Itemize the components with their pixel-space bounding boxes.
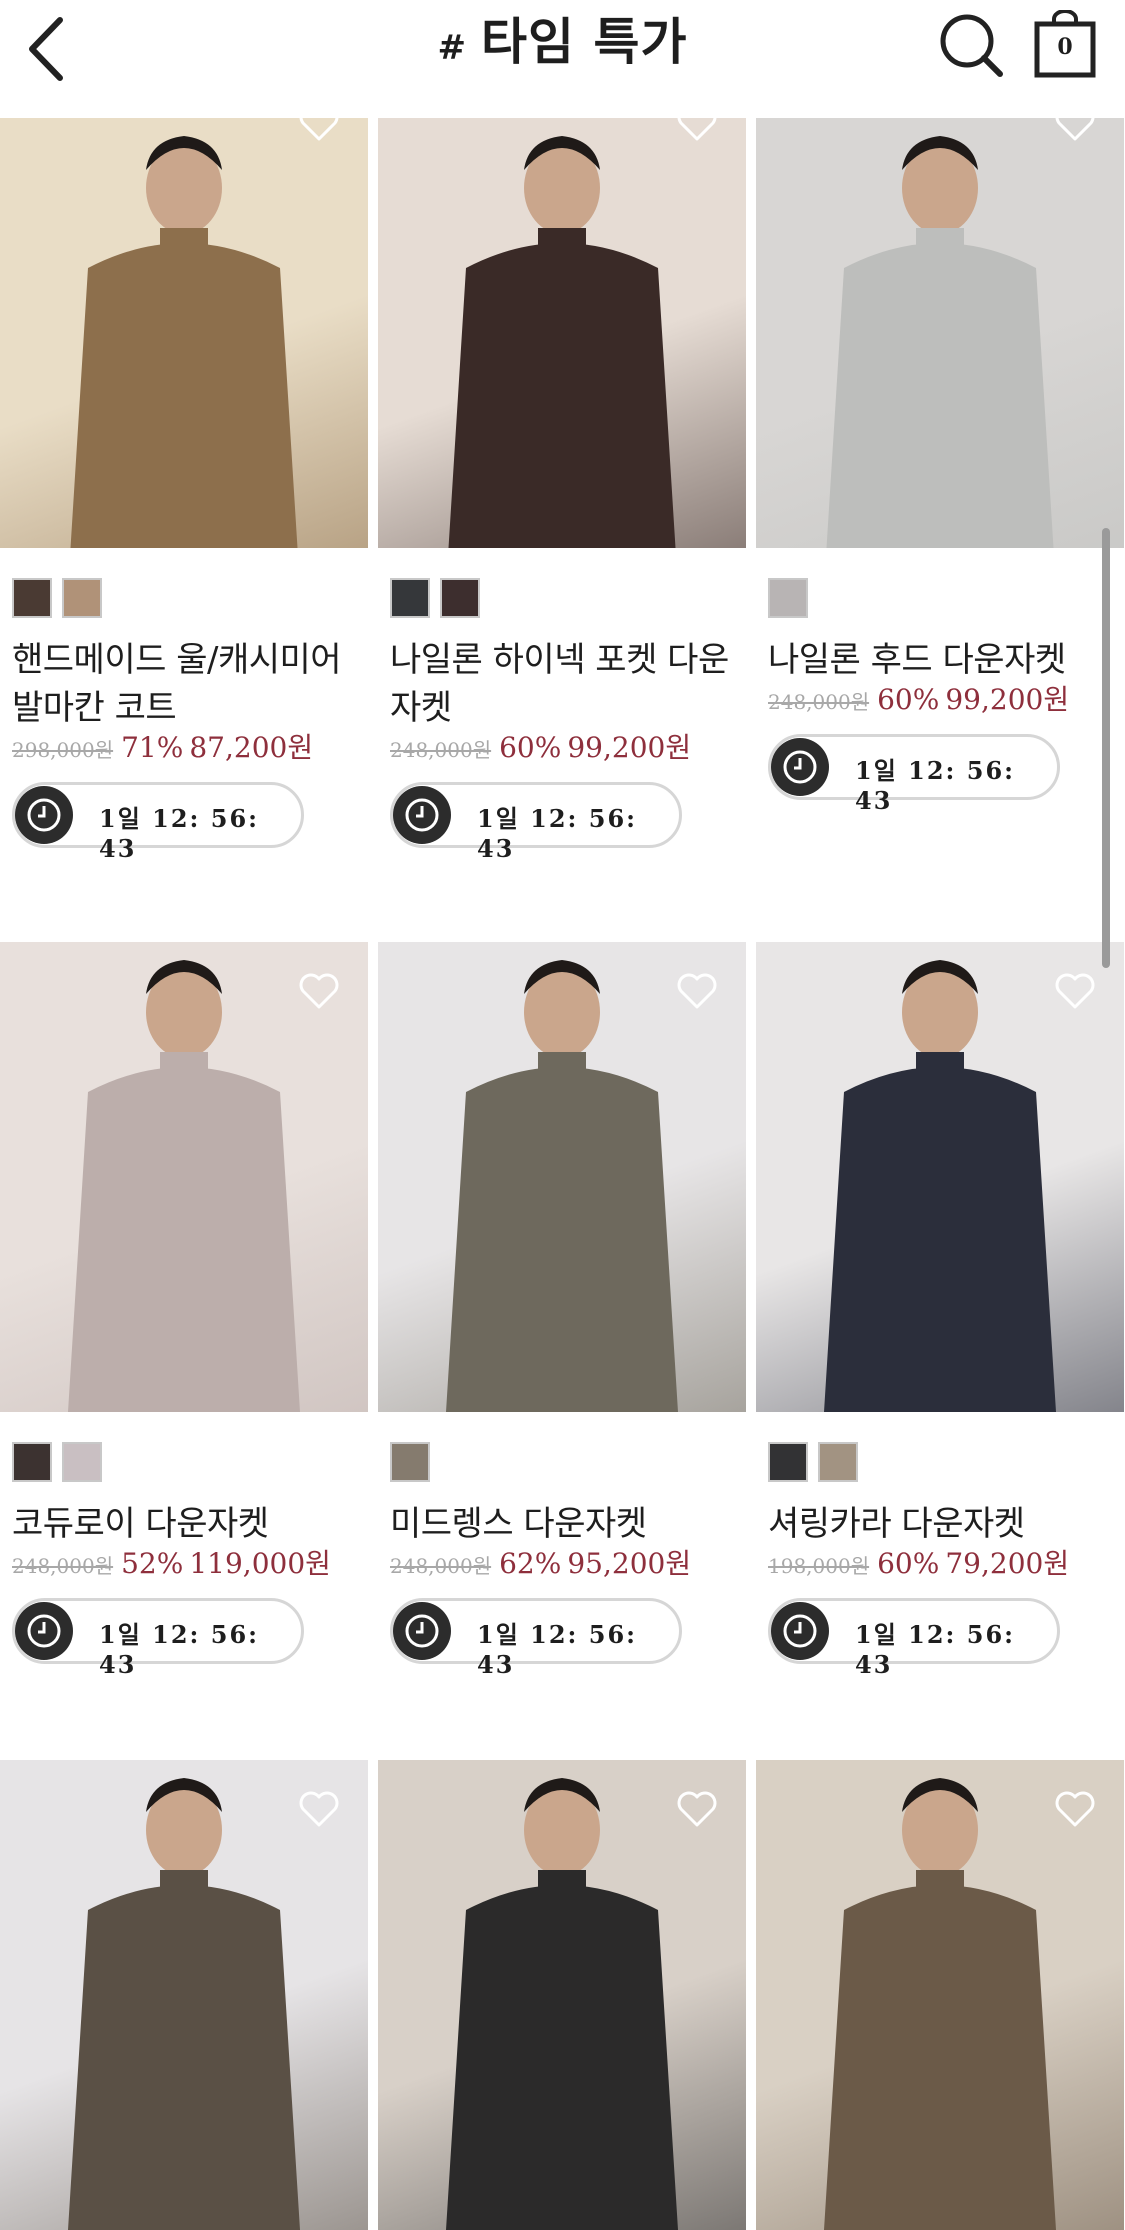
discount-rate: 52% <box>121 1547 184 1580</box>
title-text: 타임 특가 <box>481 13 688 71</box>
sale-price: 99,200원 <box>945 683 1070 716</box>
discount-rate: 60% <box>877 1547 940 1580</box>
scrollbar[interactable] <box>1102 528 1110 968</box>
product-photo[interactable] <box>756 118 1124 548</box>
original-price: 248,000원 <box>390 1554 492 1578</box>
countdown-timer: 1일 12: 56: 43 <box>390 1598 682 1679</box>
original-price: 248,000원 <box>768 690 870 714</box>
heart-icon[interactable] <box>298 1790 340 1828</box>
price-line: 248,000원 62% 95,200원 <box>390 1542 691 1582</box>
countdown-text: 1일 12: 56: 43 <box>477 804 638 863</box>
price-line: 198,000원 60% 79,200원 <box>768 1542 1069 1582</box>
color-swatches <box>390 578 480 618</box>
color-swatches <box>390 1442 430 1482</box>
model-silhouette <box>824 960 1056 1412</box>
price-line: 248,000원 60% 99,200원 <box>390 726 691 766</box>
clock-icon <box>771 738 829 796</box>
color-swatch[interactable] <box>62 1442 102 1482</box>
countdown-text: 1일 12: 56: 43 <box>855 756 1016 815</box>
discount-rate: 60% <box>877 683 940 716</box>
product-name[interactable]: 핸드메이드 울/캐시미어 발마칸 코트 <box>12 636 362 732</box>
sale-price: 95,200원 <box>567 1547 692 1580</box>
countdown-text: 1일 12: 56: 43 <box>855 1620 1016 1679</box>
heart-icon[interactable] <box>298 972 340 1010</box>
product-name[interactable]: 셔링카라 다운자켓 <box>768 1500 1118 1548</box>
countdown-timer: 1일 12: 56: 43 <box>390 782 682 863</box>
clock-icon <box>15 1602 73 1660</box>
color-swatch[interactable] <box>390 1442 430 1482</box>
color-swatches <box>768 1442 858 1482</box>
clock-icon <box>771 1602 829 1660</box>
model-silhouette <box>826 136 1054 548</box>
price-line: 298,000원 71% 87,200원 <box>12 726 313 766</box>
color-swatch[interactable] <box>768 578 808 618</box>
model-silhouette <box>446 1778 678 2230</box>
countdown-timer: 1일 12: 56: 43 <box>12 782 304 863</box>
model-silhouette <box>68 1778 300 2230</box>
sale-price: 79,200원 <box>945 1547 1070 1580</box>
sale-price: 87,200원 <box>189 731 314 764</box>
heart-icon[interactable] <box>298 118 340 142</box>
color-swatch[interactable] <box>12 578 52 618</box>
title-hash: # <box>437 28 468 68</box>
original-price: 248,000원 <box>12 1554 114 1578</box>
clock-icon <box>393 786 451 844</box>
color-swatch[interactable] <box>768 1442 808 1482</box>
product-name[interactable]: 나일론 하이넥 포켓 다운자켓 <box>390 636 740 732</box>
countdown-timer: 1일 12: 56: 43 <box>768 1598 1060 1679</box>
heart-icon[interactable] <box>1054 972 1096 1010</box>
search-icon[interactable] <box>938 12 1004 78</box>
clock-icon <box>393 1602 451 1660</box>
model-silhouette <box>446 960 678 1412</box>
heart-icon[interactable] <box>1054 1790 1096 1828</box>
cart-count: 0 <box>1057 34 1073 60</box>
color-swatch[interactable] <box>440 578 480 618</box>
model-silhouette <box>68 960 300 1412</box>
color-swatch[interactable] <box>12 1442 52 1482</box>
product-name[interactable]: 미드렝스 다운자켓 <box>390 1500 740 1548</box>
discount-rate: 62% <box>499 1547 562 1580</box>
product-photo[interactable] <box>378 118 746 548</box>
color-swatches <box>12 578 102 618</box>
heart-icon[interactable] <box>1054 118 1096 142</box>
top-bar: # 타임 특가 0 <box>0 0 1125 118</box>
cart-button[interactable]: 0 <box>1034 10 1096 78</box>
heart-icon[interactable] <box>676 1790 718 1828</box>
color-swatch[interactable] <box>62 578 102 618</box>
product-photo[interactable] <box>0 118 368 548</box>
color-swatch[interactable] <box>390 578 430 618</box>
sale-price: 119,000원 <box>189 1547 331 1580</box>
discount-rate: 71% <box>121 731 184 764</box>
clock-icon <box>15 786 73 844</box>
heart-icon[interactable] <box>676 972 718 1010</box>
discount-rate: 60% <box>499 731 562 764</box>
price-line: 248,000원 60% 99,200원 <box>768 678 1069 718</box>
color-swatches <box>12 1442 102 1482</box>
model-silhouette <box>824 1778 1056 2230</box>
heart-icon[interactable] <box>676 118 718 142</box>
product-photo[interactable] <box>756 1760 1124 2230</box>
model-silhouette <box>70 136 298 548</box>
product-name[interactable]: 코듀로이 다운자켓 <box>12 1500 362 1548</box>
sale-price: 99,200원 <box>567 731 692 764</box>
countdown-text: 1일 12: 56: 43 <box>99 804 260 863</box>
countdown-text: 1일 12: 56: 43 <box>477 1620 638 1679</box>
product-name[interactable]: 나일론 후드 다운자켓 <box>768 636 1118 684</box>
countdown-timer: 1일 12: 56: 43 <box>12 1598 304 1679</box>
original-price: 298,000원 <box>12 738 114 762</box>
model-silhouette <box>448 136 676 548</box>
product-photo[interactable] <box>756 942 1124 1412</box>
original-price: 248,000원 <box>390 738 492 762</box>
product-photo[interactable] <box>0 1760 368 2230</box>
price-line: 248,000원 52% 119,000원 <box>12 1542 331 1582</box>
countdown-text: 1일 12: 56: 43 <box>99 1620 260 1679</box>
color-swatch[interactable] <box>818 1442 858 1482</box>
product-photo[interactable] <box>378 942 746 1412</box>
original-price: 198,000원 <box>768 1554 870 1578</box>
countdown-timer: 1일 12: 56: 43 <box>768 734 1060 815</box>
product-photo[interactable] <box>378 1760 746 2230</box>
product-photo[interactable] <box>0 942 368 1412</box>
color-swatches <box>768 578 808 618</box>
